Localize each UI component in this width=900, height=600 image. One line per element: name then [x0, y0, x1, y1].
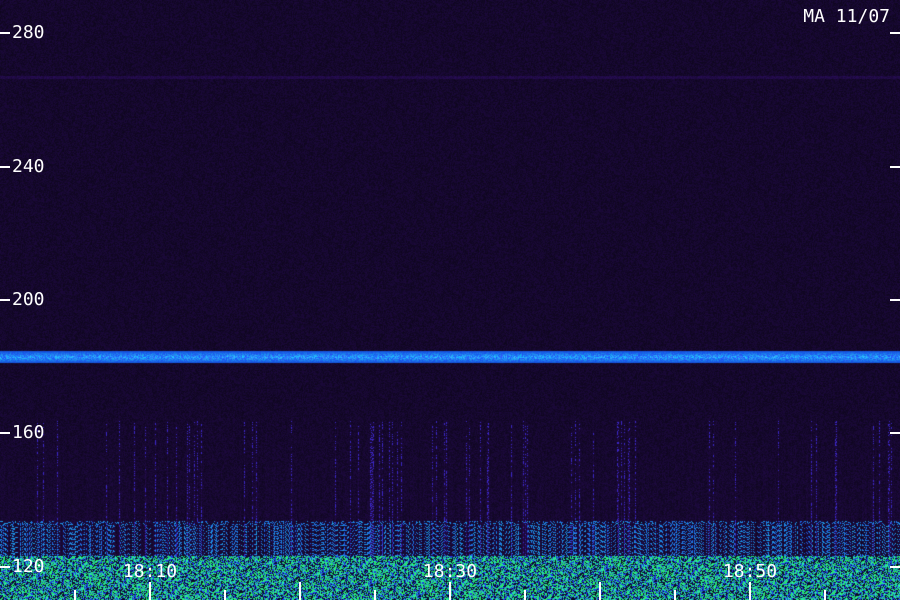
x-tick: [674, 590, 676, 600]
x-tick: [299, 582, 301, 600]
y-tick-left: [0, 165, 10, 168]
y-tick-label: 240: [12, 155, 45, 177]
y-tick-right: [890, 432, 900, 435]
x-tick: [599, 582, 601, 600]
y-tick-left: [0, 32, 10, 35]
y-tick-left: [0, 565, 10, 568]
y-tick-right: [890, 299, 900, 301]
x-tick-label: 18:30: [422, 561, 478, 582]
x-tick-label: 18:10: [122, 561, 178, 582]
spectrogram-canvas: [0, 0, 900, 600]
x-tick: [149, 582, 151, 600]
x-tick: [449, 582, 451, 600]
x-tick: [749, 582, 751, 600]
y-tick-label: 160: [12, 422, 45, 444]
y-tick-right: [890, 32, 900, 35]
x-tick: [374, 590, 376, 600]
y-tick-left: [0, 432, 10, 435]
corner-label: MA 11/07: [803, 6, 890, 27]
x-tick: [74, 590, 76, 600]
y-tick-label: 200: [12, 289, 45, 310]
y-tick-right: [890, 565, 900, 568]
x-tick-label: 18:50: [722, 561, 778, 582]
y-tick-label: 280: [12, 22, 45, 44]
x-tick: [224, 590, 226, 600]
y-tick-left: [0, 299, 10, 301]
y-tick-label: 120: [12, 555, 45, 577]
x-tick: [824, 590, 826, 600]
x-tick: [524, 590, 526, 600]
y-tick-right: [890, 165, 900, 168]
